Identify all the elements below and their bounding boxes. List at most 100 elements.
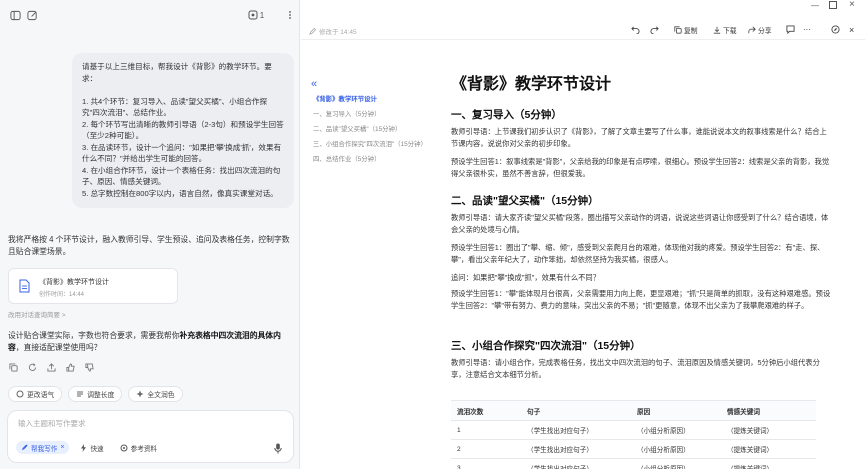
table-header: 情感关键词 <box>721 400 816 421</box>
doc-count-button[interactable]: 1 <box>243 8 269 22</box>
lightning-icon <box>80 443 87 452</box>
section-2-para-2: 预设学生回答1：圈出了"攀、缩、倾"，感受到父亲爬月台的艰难，体现他对我的疼爱。… <box>451 243 825 264</box>
section-heading-1: 一、复习导入（5分钟） <box>451 109 562 121</box>
maximize-icon[interactable] <box>829 1 837 11</box>
toc-item-title[interactable]: 《背影》教学环节设计 <box>313 94 377 103</box>
polish-label: 全文润色 <box>147 392 175 399</box>
table-header: 流泪次数 <box>451 400 521 421</box>
message-actions <box>8 362 94 374</box>
minimize-icon[interactable]: — <box>811 1 819 10</box>
followup-suffix: ，直接适配课堂使用吗？ <box>15 343 102 352</box>
document-title: 《背影》教学环节设计 <box>451 76 612 93</box>
writing-mode-chip[interactable]: 帮我写作 × <box>16 441 70 454</box>
comment-icon[interactable] <box>786 25 795 34</box>
close-doc-icon[interactable]: × <box>849 25 854 35</box>
reference-icon <box>120 444 128 452</box>
compass-icon[interactable] <box>831 25 840 34</box>
copy-doc-button[interactable]: 复制 <box>674 25 698 35</box>
tone-icon <box>16 390 24 398</box>
document-toolbar: 修改于 14:45 复制 下载 分享 ··· × <box>301 22 865 40</box>
quick-actions: 更改语气 调整长度 全文润色 <box>8 386 183 402</box>
document-panel: — × 修改于 14:45 复制 下载 分享 ··· × « 《背影》教学环节设… <box>301 0 865 469</box>
polish-button[interactable]: 全文润色 <box>128 386 183 402</box>
redo-icon[interactable] <box>650 25 659 34</box>
table-cell: 2 <box>451 439 521 459</box>
window-controls: — × <box>301 0 865 12</box>
table-cell: （小组分析原因） <box>631 458 721 469</box>
reference-label: 参考资料 <box>130 445 158 453</box>
document-card-title: 《背影》教学环节设计 <box>39 279 109 286</box>
reference-chip[interactable]: 参考资料 <box>115 441 162 454</box>
doc-count: 1 <box>259 10 265 20</box>
followup-prefix: 设计贴合课堂实际，字数也符合要求，需要我帮你 <box>8 331 180 340</box>
input-tools: 帮我写作 × 快速 参考资料 <box>16 441 162 454</box>
thumbs-up-icon[interactable] <box>65 362 75 372</box>
toc-item-1[interactable]: 一、复习导入（5分钟） <box>313 109 380 118</box>
toc-item-3[interactable]: 三、小组合作探究"四次流泪"（15分钟） <box>313 139 427 148</box>
quick-mode-label: 快速 <box>90 445 104 453</box>
adjust-length-button[interactable]: 调整长度 <box>68 386 123 402</box>
chat-panel: 1 请基于以上三维目标，帮我设计《背影》的教学环节。要求： 1. 共4个环节：复… <box>0 0 300 469</box>
change-tone-button[interactable]: 更改语气 <box>8 386 63 402</box>
change-tone-label: 更改语气 <box>27 392 55 399</box>
table-header: 句子 <box>521 400 631 421</box>
download-button[interactable]: 下载 <box>713 25 737 35</box>
toc-item-2[interactable]: 二、品读"望父买橘"（15分钟） <box>313 124 401 133</box>
copy-doc-icon <box>674 26 682 34</box>
table-cell: （学生找出对应句子） <box>521 420 631 440</box>
section-2-followup: 追问：如果把"攀"换成"抓"，效果有什么不同？ <box>451 273 601 282</box>
table-header-row: 流泪次数 句子 原因 情感关键词 <box>451 400 816 421</box>
sidebar-toggle-icon[interactable] <box>8 8 22 22</box>
document-card-time: 创作时间：14:44 <box>39 292 85 298</box>
saved-time-text: 修改于 14:45 <box>319 29 357 36</box>
table-cell: （提炼关键词） <box>721 458 816 469</box>
length-icon <box>76 390 84 398</box>
toc-item-4[interactable]: 四、总结作业（5分钟） <box>313 154 380 163</box>
assistant-followup: 设计贴合课堂实际，字数也符合要求，需要我帮你补充表格中四次流泪的具体内容，直接适… <box>8 330 296 354</box>
share-doc-icon <box>748 26 756 34</box>
more-options-icon[interactable]: ··· <box>803 25 811 34</box>
chat-top-bar: 1 <box>0 0 300 30</box>
table-cell: （提炼关键词） <box>721 420 816 440</box>
saved-time: 修改于 14:45 <box>309 26 357 36</box>
table-cell: 1 <box>451 420 521 440</box>
section-2-para-1: 教师引导语：请大家齐读"望父买橘"段落，圈出描写父亲动作的词语，说说这些词语让你… <box>451 213 829 234</box>
table-row: 3 （学生找出对应句子） （小组分析原因） （提炼关键词） <box>451 458 816 469</box>
chat-input[interactable] <box>18 419 278 428</box>
user-message-text: 请基于以上三维目标，帮我设计《背影》的教学环节。要求： 1. 共4个环节：复习导… <box>82 62 284 198</box>
share-icon[interactable] <box>46 362 56 372</box>
microphone-icon[interactable] <box>273 442 283 454</box>
regenerate-icon[interactable] <box>27 362 37 372</box>
thumbs-down-icon[interactable] <box>84 362 94 372</box>
pen-icon <box>21 444 28 451</box>
chat-input-box: 帮我写作 × 快速 参考资料 <box>7 410 294 463</box>
section-3-para-1: 教师引导语：请小组合作，完成表格任务，找出文中四次流泪的句子、流泪原因及情感关键… <box>451 358 820 379</box>
quick-mode-chip[interactable]: 快速 <box>75 441 108 454</box>
table-cell: （学生找出对应句子） <box>521 458 631 469</box>
download-icon <box>713 26 721 34</box>
download-label: 下载 <box>723 28 737 35</box>
adjust-length-label: 调整长度 <box>87 392 115 399</box>
copy-icon[interactable] <box>8 362 18 372</box>
document-card[interactable]: 《背影》教学环节设计 创作时间：14:44 <box>8 268 178 304</box>
undo-icon[interactable] <box>631 25 640 34</box>
assistant-reply-intro: 我将严格按 4 个环节设计，融入教师引导、学生预设、追问及表格任务，控制字数且贴… <box>8 235 290 256</box>
new-chat-icon[interactable] <box>25 8 39 22</box>
section-2-para-3: 预设学生回答1："攀"能体现月台很高，父亲需要用力向上爬，更显艰难；"抓"只是简… <box>451 289 831 310</box>
close-chip-icon[interactable]: × <box>60 444 64 451</box>
share-doc-label: 分享 <box>758 28 772 35</box>
section-heading-3: 三、小组合作探究"四次流泪"（15分钟） <box>451 340 641 352</box>
collapse-toc-icon[interactable]: « <box>311 78 317 90</box>
change-mode-link[interactable]: 改用对话查询简要 > <box>8 309 66 319</box>
user-message-bubble: 请基于以上三维目标，帮我设计《背影》的教学环节。要求： 1. 共4个环节：复习导… <box>72 53 294 208</box>
close-window-icon[interactable]: × <box>849 0 855 10</box>
share-doc-button[interactable]: 分享 <box>748 25 772 35</box>
table-row: 2 （学生找出对应句子） （小组分析原因） （提炼关键词） <box>451 439 816 459</box>
edit-pen-icon <box>309 27 316 35</box>
writing-mode-label: 帮我写作 <box>31 445 58 453</box>
table-cell: （小组分析原因） <box>631 420 721 440</box>
document-icon <box>19 279 30 293</box>
table-header: 原因 <box>631 400 721 421</box>
section-1-para-1: 教师引导语：上节课我们初步认识了《背影》，了解了文章主要写了什么事，谁能说说本文… <box>451 127 827 148</box>
more-icon[interactable] <box>283 8 297 22</box>
